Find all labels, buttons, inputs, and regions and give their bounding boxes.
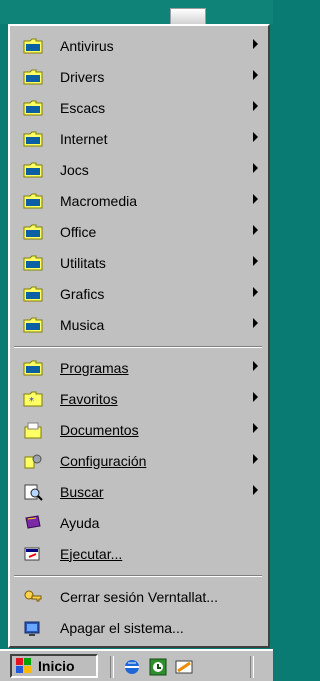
submenu-arrow-icon — [253, 39, 258, 49]
run-icon — [22, 543, 44, 565]
submenu-arrow-icon — [253, 454, 258, 464]
menu-item-jocs[interactable]: Jocs — [14, 154, 266, 185]
desktop-top-strip — [0, 0, 273, 26]
submenu-arrow-icon — [253, 163, 258, 173]
menu-item-musica[interactable]: Musica — [14, 309, 266, 340]
menu-item-label: Documentos — [60, 421, 139, 438]
quicklaunch-divider — [110, 656, 114, 678]
find-icon — [22, 481, 44, 503]
menu-item-internet[interactable]: Internet — [14, 123, 266, 154]
start-menu: Antivirus Drivers Escacs Internet Jocs M… — [8, 24, 270, 648]
folder-icon — [22, 159, 44, 181]
menu-item-configuracion[interactable]: Configuración — [14, 445, 266, 476]
help-book-icon — [22, 512, 44, 534]
menu-item-label: Programas — [60, 359, 129, 376]
menu-item-label: Ayuda — [60, 514, 100, 531]
folder-icon — [22, 314, 44, 336]
menu-item-label: Apagar el sistema... — [60, 619, 184, 636]
menu-item-label: Antivirus — [60, 37, 114, 54]
submenu-arrow-icon — [253, 132, 258, 142]
menu-item-macromedia[interactable]: Macromedia — [14, 185, 266, 216]
programs-folder-icon — [22, 357, 44, 379]
folder-icon — [22, 66, 44, 88]
separator — [14, 346, 262, 348]
internet-explorer-icon[interactable] — [122, 657, 142, 677]
separator — [14, 575, 262, 577]
folder-icon — [22, 221, 44, 243]
menu-item-label: Configuración — [60, 452, 147, 469]
menu-item-apagar[interactable]: Apagar el sistema... — [14, 612, 266, 643]
taskbar: Inicio — [0, 649, 273, 681]
menu-item-documentos[interactable]: Documentos — [14, 414, 266, 445]
folder-icon — [22, 252, 44, 274]
menu-item-label: Jocs — [60, 161, 89, 178]
menu-item-grafics[interactable]: Grafics — [14, 278, 266, 309]
submenu-arrow-icon — [253, 485, 258, 495]
folder-icon — [22, 97, 44, 119]
folder-icon — [22, 35, 44, 57]
menu-item-label: Ejecutar... — [60, 545, 123, 562]
submenu-arrow-icon — [253, 392, 258, 402]
menu-item-label: Favoritos — [60, 390, 118, 407]
documents-folder-icon — [22, 419, 44, 441]
control-panel-icon — [22, 450, 44, 472]
menu-item-label: Grafics — [60, 285, 105, 302]
start-button[interactable]: Inicio — [10, 654, 98, 678]
favorites-folder-icon: * — [22, 388, 44, 410]
menu-item-label: Cerrar sesión Verntallat... — [60, 588, 218, 605]
menu-item-label: Drivers — [60, 68, 105, 85]
outlook-express-icon[interactable] — [148, 657, 168, 677]
menu-item-office[interactable]: Office — [14, 216, 266, 247]
folder-icon — [22, 190, 44, 212]
submenu-arrow-icon — [253, 256, 258, 266]
menu-item-label: Utilitats — [60, 254, 106, 271]
tray-divider — [250, 656, 254, 678]
submenu-arrow-icon — [253, 225, 258, 235]
submenu-arrow-icon — [253, 361, 258, 371]
submenu-arrow-icon — [253, 194, 258, 204]
windows-logo-icon — [16, 658, 32, 674]
logoff-key-icon — [22, 586, 44, 608]
submenu-arrow-icon — [253, 287, 258, 297]
menu-item-utilitats[interactable]: Utilitats — [14, 247, 266, 278]
menu-item-label: Internet — [60, 130, 108, 147]
menu-item-programas[interactable]: Programas — [14, 352, 266, 383]
folder-icon — [22, 128, 44, 150]
menu-item-label: Macromedia — [60, 192, 138, 209]
menu-item-buscar[interactable]: Buscar — [14, 476, 266, 507]
menu-item-label: Musica — [60, 316, 105, 333]
shutdown-icon — [22, 617, 44, 639]
menu-item-cerrar-sesion[interactable]: Cerrar sesión Verntallat... — [14, 581, 266, 612]
menu-item-ejecutar[interactable]: Ejecutar... — [14, 538, 266, 569]
submenu-arrow-icon — [253, 318, 258, 328]
show-desktop-icon[interactable] — [174, 657, 194, 677]
menu-item-label: Buscar — [60, 483, 104, 500]
submenu-arrow-icon — [253, 423, 258, 433]
menu-item-favoritos[interactable]: * Favoritos — [14, 383, 266, 414]
svg-text:*: * — [29, 396, 34, 407]
folder-icon — [22, 283, 44, 305]
start-label: Inicio — [38, 658, 75, 674]
submenu-arrow-icon — [253, 101, 258, 111]
menu-item-escacs[interactable]: Escacs — [14, 92, 266, 123]
menu-item-antivirus[interactable]: Antivirus — [14, 30, 266, 61]
menu-item-label: Escacs — [60, 99, 106, 116]
menu-item-drivers[interactable]: Drivers — [14, 61, 266, 92]
menu-item-ayuda[interactable]: Ayuda — [14, 507, 266, 538]
menu-item-label: Office — [60, 223, 97, 240]
submenu-arrow-icon — [253, 70, 258, 80]
